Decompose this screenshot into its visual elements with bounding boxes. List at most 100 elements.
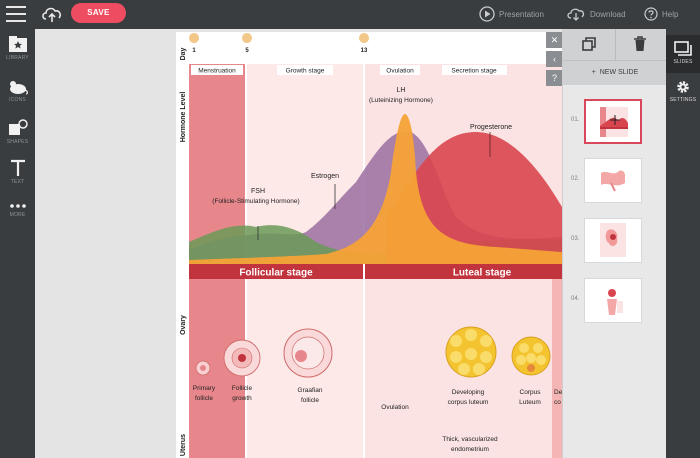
developing-label-1: Developing: [452, 389, 485, 396]
phase-secretion: Secretion stage: [451, 68, 497, 75]
endometrium-label-1: Thick, vascularized: [442, 436, 498, 443]
cloud-download-icon: [567, 8, 585, 21]
top-toolbar: SAVE Presentation Download Help: [0, 0, 700, 29]
thumb-preview: [584, 99, 642, 144]
slide-thumbnail-4[interactable]: 04.: [563, 278, 667, 328]
day-13: 13: [361, 48, 368, 54]
mouse-icon: [9, 81, 28, 95]
hamburger-menu-icon[interactable]: [6, 6, 26, 22]
menstrual-cycle-infographic: Day Hormone Level Ovary Uterus 1 5 13 Me…: [180, 33, 562, 458]
luteal-stage-label: Luteal stage: [453, 268, 512, 279]
axis-day-label: Day: [180, 47, 187, 60]
corpus-luteum-drawing: [511, 336, 551, 376]
graafian-label-1: Graafian: [298, 387, 323, 394]
settings-label: SETTINGS: [669, 97, 697, 103]
text-icon: [10, 159, 25, 176]
slide-thumbnail-1[interactable]: 01.: [563, 99, 667, 149]
help-button[interactable]: Help: [644, 5, 678, 23]
phase-growth: Growth stage: [286, 68, 325, 75]
shapes-label: SHAPES: [6, 139, 29, 145]
help-label: Help: [662, 9, 679, 19]
thumb-preview: [584, 158, 642, 203]
slides-label: SLIDES: [673, 59, 693, 65]
download-button[interactable]: Download: [566, 5, 626, 23]
day-5: 5: [245, 48, 249, 54]
graafian-label-2: follicle: [301, 397, 319, 404]
follicular-stage-label: Follicular stage: [239, 268, 313, 279]
library-label: LIBRARY: [6, 55, 29, 61]
day-1: 1: [192, 48, 196, 54]
primary-label-1: Primary: [193, 385, 216, 392]
cloud-sync-icon[interactable]: [40, 4, 64, 24]
lh-label: LH: [397, 87, 406, 94]
help-small-icon[interactable]: ?: [546, 70, 563, 86]
text-label: TEXT: [10, 179, 25, 185]
slides-panel: + NEW SLIDE 01. 02. 03. 04.: [562, 29, 667, 458]
axis-hormone-label: Hormone Level: [180, 92, 187, 143]
endometrium-label-2: endometrium: [451, 446, 489, 453]
slide-thumbnail-3[interactable]: 03.: [563, 218, 667, 268]
more-dots-icon: [9, 204, 26, 208]
download-label: Download: [590, 9, 626, 19]
shapes-icon: [8, 119, 28, 135]
graafian-follicle-drawing: [283, 328, 333, 378]
thumb-preview: [584, 218, 642, 263]
corpus-label-2: Luteum: [519, 399, 541, 406]
more-tool[interactable]: MORE: [0, 202, 35, 218]
delete-slide-icon[interactable]: [631, 35, 649, 53]
corpus-label-1: Corpus: [520, 389, 542, 396]
close-panel-icon[interactable]: ✕: [546, 32, 563, 48]
fsh-full-label: (Follicle-Stimulating Hormone): [212, 198, 299, 205]
fsh-label: FSH: [251, 188, 265, 195]
axis-uterus-label: Uterus: [180, 434, 187, 456]
ovulation-ovary-label: Ovulation: [381, 404, 409, 411]
follicle-growth-drawing: [223, 339, 261, 377]
slide-canvas[interactable]: Day Hormone Level Ovary Uterus 1 5 13 Me…: [176, 32, 562, 458]
thumb-number: 01.: [571, 117, 580, 123]
collapse-left-icon[interactable]: ‹: [546, 51, 563, 67]
thumb-number: 03.: [571, 236, 580, 242]
duplicate-slide-icon[interactable]: [580, 35, 598, 53]
developing-corpus-luteum-drawing: [445, 326, 497, 378]
text-tool[interactable]: TEXT: [0, 159, 35, 185]
estrogen-label: Estrogen: [311, 173, 339, 180]
thumb-preview: [584, 278, 642, 323]
lh-full-label: (Luteinizing Hormone): [369, 97, 433, 104]
new-slide-button[interactable]: + NEW SLIDE: [563, 60, 667, 85]
icons-tool[interactable]: ICONS: [0, 79, 35, 103]
thumb-number: 04.: [571, 296, 580, 302]
phase-menstruation: Menstruation: [198, 68, 236, 75]
growth-label-2: growth: [232, 395, 252, 402]
axis-ovary-label: Ovary: [180, 315, 187, 335]
primary-label-2: follicle: [195, 395, 213, 402]
thumb-number: 02.: [571, 176, 580, 182]
shapes-tool[interactable]: SHAPES: [0, 119, 35, 145]
primary-follicle-drawing: [195, 360, 211, 376]
play-icon: [479, 6, 495, 22]
left-tool-rail: LIBRARY ICONS SHAPES TEXT MORE: [0, 29, 35, 458]
plus-icon: +: [591, 69, 596, 76]
settings-tab[interactable]: SETTINGS: [666, 79, 700, 117]
slides-tab[interactable]: SLIDES: [666, 35, 700, 73]
gear-icon: [677, 81, 689, 93]
library-tool[interactable]: LIBRARY: [0, 35, 35, 61]
new-slide-label: NEW SLIDE: [599, 69, 639, 76]
cut-label-2: co: [554, 399, 561, 406]
phase-ovulation: Ovulation: [386, 68, 414, 75]
save-button[interactable]: SAVE: [71, 3, 126, 23]
slide-thumbnail-2[interactable]: 02.: [563, 158, 667, 208]
developing-label-2: corpus luteum: [448, 399, 489, 406]
help-icon: [644, 7, 658, 21]
presentation-label: Presentation: [499, 9, 544, 19]
right-rail: SLIDES SETTINGS: [666, 29, 700, 458]
presentation-button[interactable]: Presentation: [479, 5, 544, 23]
cut-label-1: De: [554, 389, 562, 396]
growth-label-1: Follicle: [232, 385, 253, 392]
slides-icon: [674, 41, 692, 56]
icons-label: ICONS: [9, 97, 26, 103]
more-label: MORE: [9, 212, 26, 218]
slides-panel-toolbar: [563, 29, 667, 60]
progesterone-label: Progesterone: [470, 124, 512, 131]
edge-band: [552, 262, 562, 458]
star-folder-icon: [8, 36, 27, 52]
